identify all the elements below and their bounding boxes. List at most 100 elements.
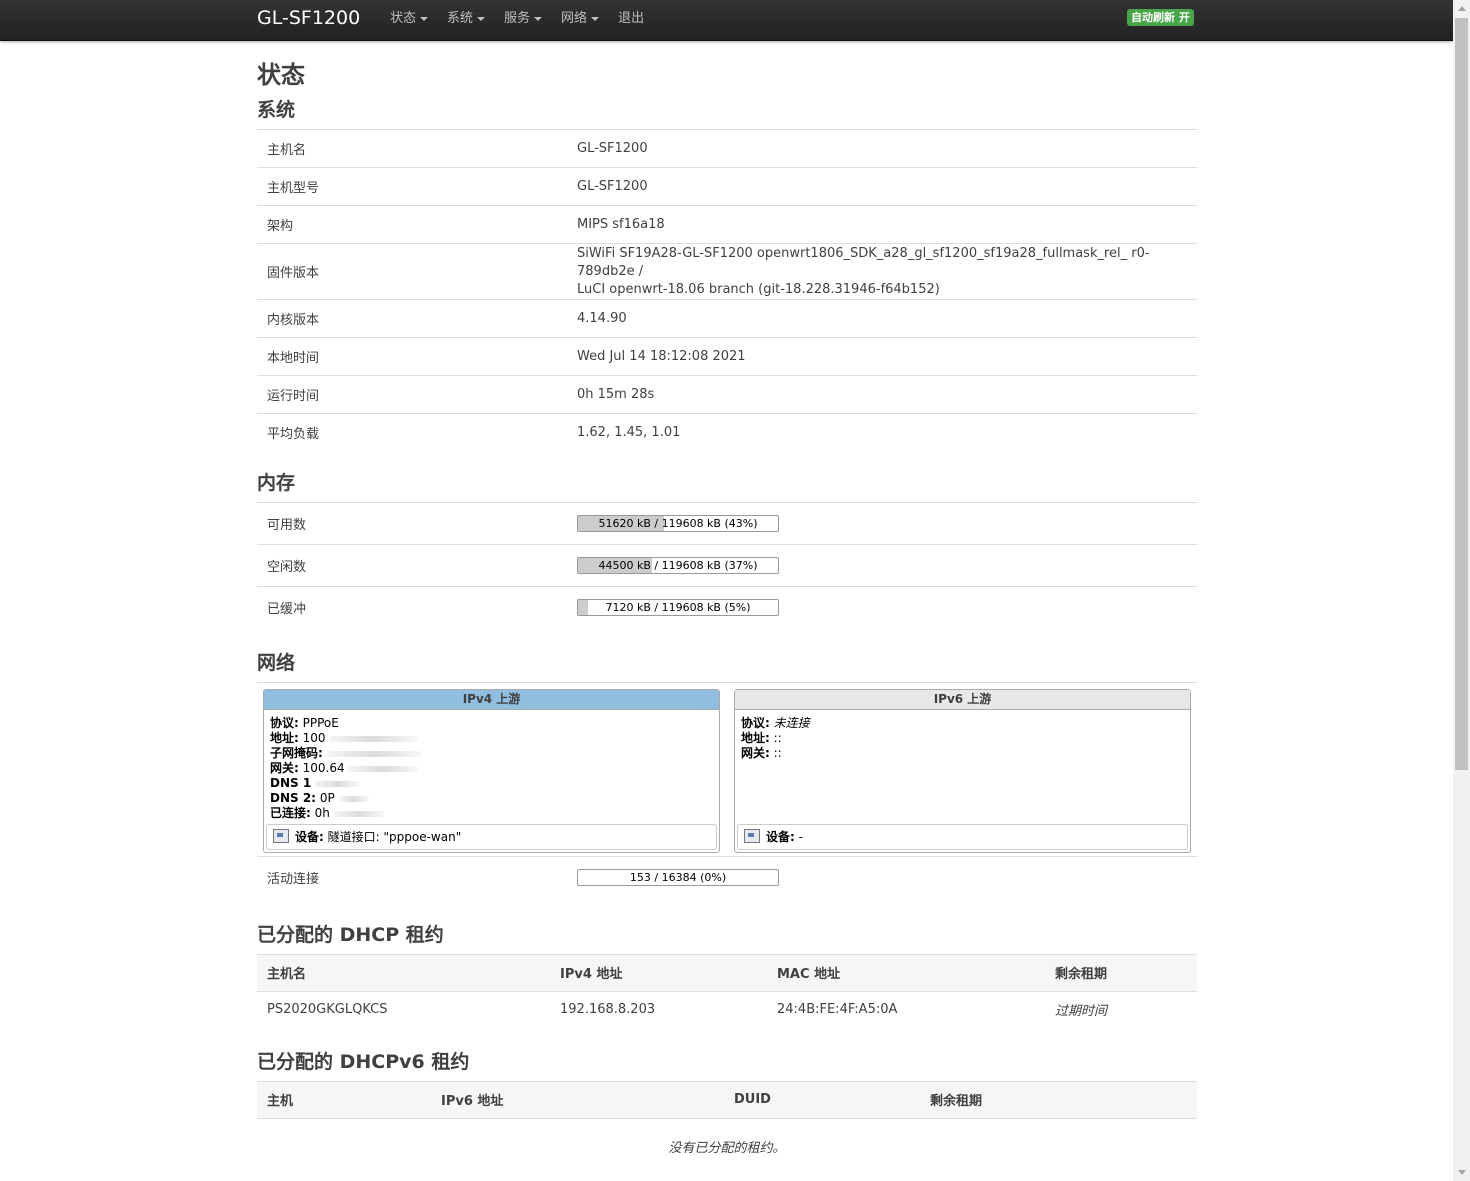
field-label: 协议: — [270, 716, 299, 730]
scroll-down-arrow-icon[interactable] — [1458, 1170, 1466, 1175]
dhcpv6-leases-table: 主机 IPv6 地址 DUID 剩余租期 没有已分配的租约。 — [257, 1080, 1197, 1179]
redacted-value — [333, 810, 384, 817]
row-label: 活动连接 — [257, 856, 567, 899]
field-label: 协议: — [741, 716, 770, 730]
ipv4-details: 协议: PPPoE 地址: 100 子网掩码: 网关: 100.64 DNS 1… — [264, 710, 719, 821]
memory-free-bar: 44500 kB / 119608 kB (37%) — [577, 556, 779, 574]
dhcp-heading: 已分配的 DHCP 租约 — [257, 923, 444, 946]
memory-table: 可用数 51620 kB / 119608 kB (43%) 空闲数 44500 k… — [257, 501, 1197, 628]
menu-status[interactable]: 状态 — [390, 0, 429, 38]
ipv6-upstream-title: IPv6 上游 — [735, 690, 1190, 710]
table-row: 运行时间 0h 15m 28s — [257, 375, 1197, 414]
field-value: PPPoE — [302, 716, 339, 730]
menu-logout[interactable]: 退出 — [618, 0, 644, 38]
field-value: 100.64 — [302, 761, 345, 775]
field-label: 已连接: — [270, 806, 311, 820]
row-label: 运行时间 — [257, 375, 567, 414]
field-value: :: — [773, 746, 782, 760]
brand-link[interactable]: GL-SF1200 — [257, 7, 360, 29]
scrollbar-thumb[interactable] — [1455, 18, 1468, 770]
row-value: 0h 15m 28s — [567, 375, 1197, 414]
menu-status-label: 状态 — [390, 11, 417, 26]
table-row: 活动连接 153 / 16384 (0%) — [257, 856, 1197, 899]
field-label: 网关: — [741, 746, 770, 760]
dhcp-leases-table: 主机名 IPv4 地址 MAC 地址 剩余租期 PS2020GKGLQKCS 1… — [257, 953, 1197, 1028]
row-value: 4.14.90 — [567, 299, 1197, 338]
ipv6-details: 协议: 未连接 地址: :: 网关: :: — [735, 710, 1190, 761]
column-header: MAC 地址 — [767, 953, 1045, 992]
ipv4-upstream-title: IPv4 上游 — [264, 690, 719, 710]
progress-text: 153 / 16384 (0%) — [629, 871, 727, 885]
memory-available-bar: 51620 kB / 119608 kB (43%) — [577, 514, 779, 532]
ipv4-connected: 已连接: 0h — [270, 806, 713, 821]
row-value: SiWiFi SF19A28-GL-SF1200 openwrt1806_SDK… — [567, 243, 1197, 300]
progress-text: 7120 kB / 119608 kB (5%) — [605, 600, 751, 614]
field-label: 子网掩码: — [270, 746, 323, 760]
active-connections-bar: 153 / 16384 (0%) — [577, 869, 779, 887]
field-label: 设备: — [295, 830, 324, 844]
redacted-value — [348, 765, 419, 772]
column-header: IPv4 地址 — [550, 953, 767, 992]
system-table: 主机名 GL-SF1200 主机型号 GL-SF1200 架构 MIPS sf16a1… — [257, 129, 1197, 452]
table-row: 固件版本 SiWiFi SF19A28-GL-SF1200 openwrt1806… — [257, 243, 1197, 300]
lease-ip: 192.168.8.203 — [560, 1002, 656, 1017]
ipv4-device: 设备: 隧道接口: "pppoe-wan" — [266, 824, 717, 850]
table-row: PS2020GKGLQKCS 192.168.8.203 24:4B:FE:4F… — [257, 991, 1197, 1028]
menu-services[interactable]: 服务 — [504, 0, 543, 38]
chevron-down-icon — [477, 17, 486, 21]
column-header: 主机 — [257, 1080, 431, 1119]
ipv4-netmask: 子网掩码: — [270, 746, 713, 761]
row-label: 本地时间 — [257, 337, 567, 376]
firmware-line-2: LuCI openwrt-18.06 branch (git-18.228.31… — [577, 281, 940, 297]
main-menu: 状态 系统 服务 网络 退出 — [390, 0, 663, 38]
row-label: 平均负载 — [257, 413, 567, 452]
column-header: IPv6 地址 — [431, 1080, 724, 1119]
table-row: 空闲数 44500 kB / 119608 kB (37%) — [257, 543, 1197, 586]
ipv4-gateway: 网关: 100.64 — [270, 761, 713, 776]
scroll-up-arrow-icon[interactable] — [1458, 6, 1466, 11]
table-row: 平均负载 1.62, 1.45, 1.01 — [257, 413, 1197, 452]
column-header: 剩余租期 — [1045, 953, 1197, 992]
field-value: 0h — [314, 806, 330, 820]
field-label: DNS 1 — [270, 776, 312, 790]
column-header: 主机名 — [257, 953, 550, 992]
system-heading: 系统 — [257, 99, 296, 121]
redacted-value — [326, 750, 422, 757]
row-value: 153 / 16384 (0%) — [567, 856, 1197, 899]
menu-network[interactable]: 网络 — [561, 0, 600, 38]
disconnected-device-icon — [744, 829, 760, 843]
field-label: 网关: — [270, 761, 299, 775]
field-value: 未连接 — [773, 716, 810, 730]
upstream-boxes: IPv4 上游 协议: PPPoE 地址: 100 子网掩码: 网关: 100.… — [257, 683, 1197, 856]
table-row: 没有已分配的租约。 — [257, 1118, 1197, 1179]
field-value: 隧道接口: "pppoe-wan" — [327, 830, 462, 844]
ipv6-upstream-box: IPv6 上游 协议: 未连接 地址: :: 网关: :: 设备: - — [734, 689, 1191, 853]
row-value: GL-SF1200 — [567, 129, 1197, 168]
ipv4-dns2: DNS 2: 0P — [270, 791, 713, 806]
auto-refresh-toggle[interactable]: 自动刷新 开 — [1127, 9, 1194, 26]
field-label: 地址: — [270, 731, 299, 745]
progress-text: 44500 kB / 119608 kB (37%) — [598, 558, 758, 572]
row-label: 已缓冲 — [257, 585, 567, 628]
table-row: 本地时间 Wed Jul 14 18:12:08 2021 — [257, 337, 1197, 376]
ipv4-upstream-box: IPv4 上游 协议: PPPoE 地址: 100 子网掩码: 网关: 100.… — [263, 689, 720, 853]
table-row: 已缓冲 7120 kB / 119608 kB (5%) — [257, 585, 1197, 628]
menu-network-label: 网络 — [561, 11, 588, 26]
redacted-value — [329, 735, 420, 742]
chevron-down-icon — [420, 17, 429, 21]
chevron-down-icon — [534, 17, 543, 21]
ipv6-gateway: 网关: :: — [741, 746, 1184, 761]
field-label: DNS 2: — [270, 791, 316, 805]
field-value: 100 — [302, 731, 326, 745]
row-label: 固件版本 — [257, 243, 567, 300]
field-label: 地址: — [741, 731, 770, 745]
network-section: IPv4 上游 协议: PPPoE 地址: 100 子网掩码: 网关: 100.… — [257, 682, 1197, 899]
redacted-value — [315, 780, 361, 787]
field-value: - — [798, 830, 803, 844]
page-scrollbar[interactable] — [1453, 0, 1470, 1181]
menu-system[interactable]: 系统 — [447, 0, 486, 38]
empty-message: 没有已分配的租约。 — [668, 1140, 786, 1156]
dhcpv6-heading: 已分配的 DHCPv6 租约 — [257, 1050, 470, 1073]
ipv6-protocol: 协议: 未连接 — [741, 716, 1184, 731]
column-header: DUID — [724, 1080, 920, 1119]
